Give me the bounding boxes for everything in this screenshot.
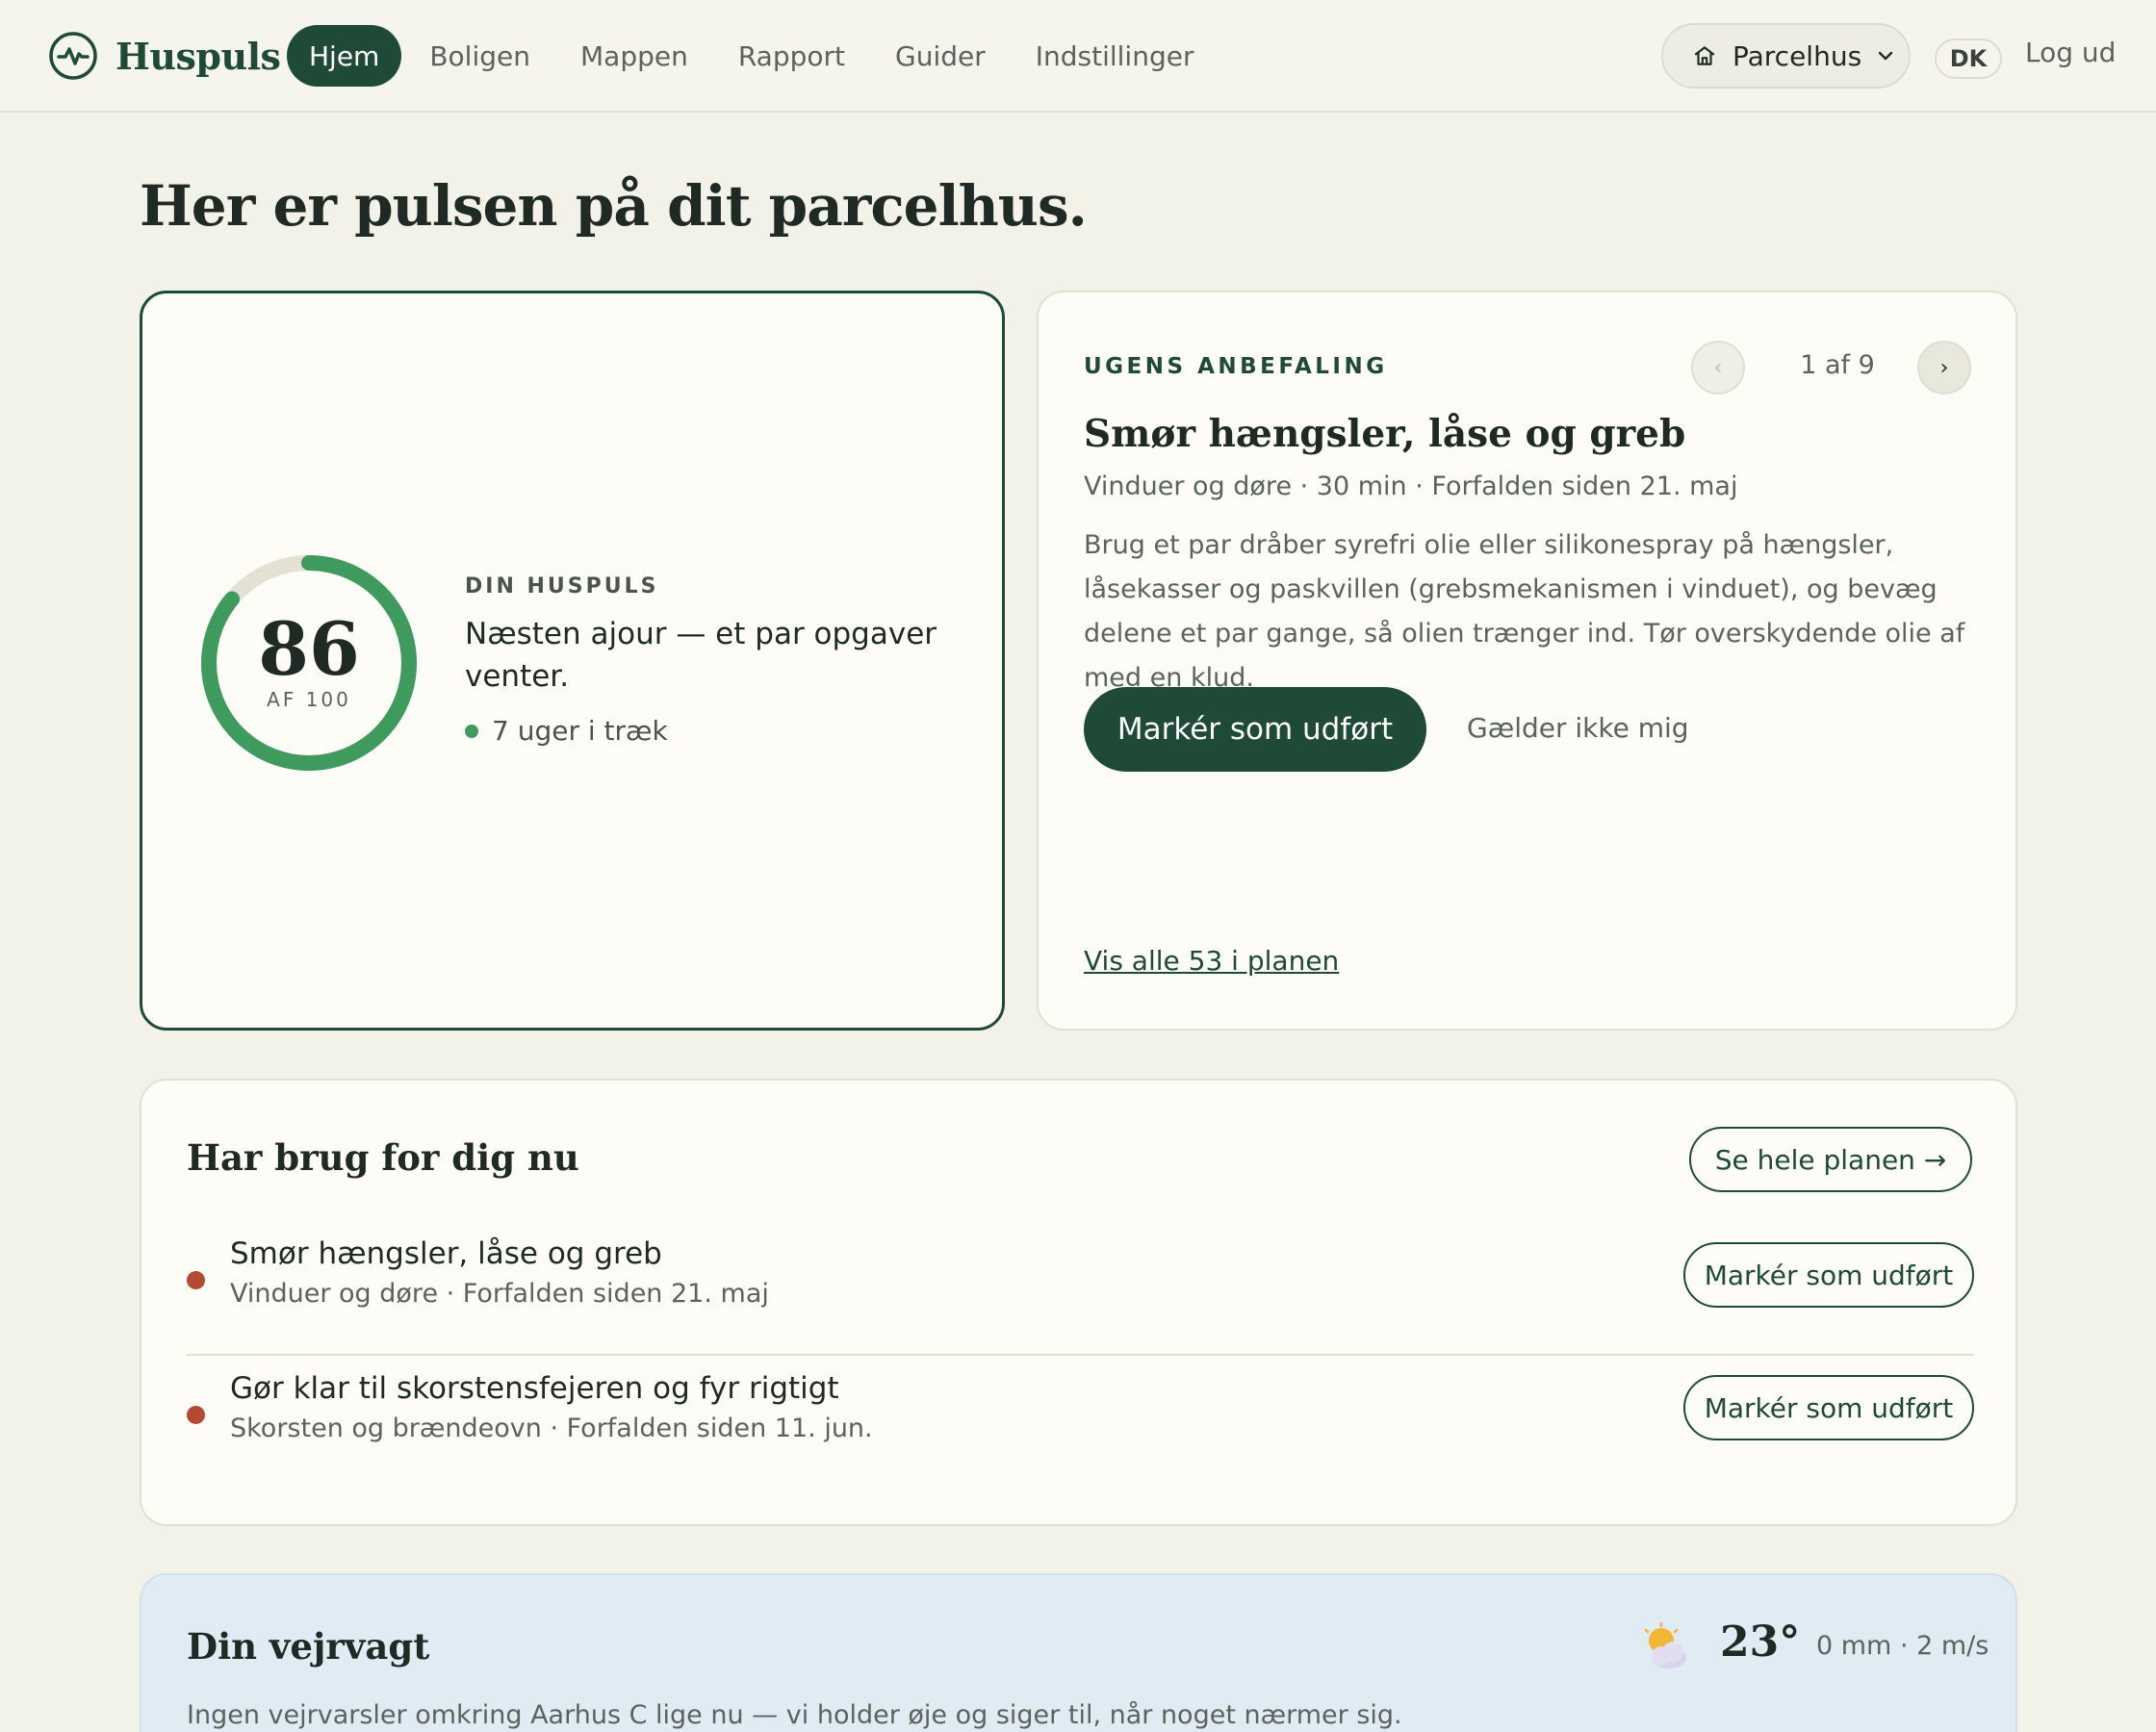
overdue-dot-icon bbox=[187, 1406, 205, 1424]
language-switch[interactable]: DK bbox=[1935, 38, 2002, 79]
next-button[interactable]: › bbox=[1917, 341, 1971, 395]
pulse-label: DIN HUSPULS bbox=[465, 574, 659, 599]
pulse-status: Næsten ajour — et par opgaver venter. bbox=[465, 617, 937, 694]
nav-link-mappen[interactable]: Mappen bbox=[558, 25, 710, 87]
mark-done-button[interactable]: Markér som udført bbox=[1084, 687, 1426, 772]
task-meta: Vinduer og døre · Forfalden siden 21. ma… bbox=[230, 1279, 769, 1309]
nav-link-indstillinger[interactable]: Indstillinger bbox=[1014, 25, 1217, 87]
weather-title: Din vejrvagt bbox=[187, 1625, 430, 1668]
task-mark-done-button[interactable]: Markér som udført bbox=[1683, 1375, 1974, 1440]
score-max: AF 100 bbox=[267, 688, 351, 711]
weather-details: 0 mm · 2 m/s bbox=[1816, 1631, 1989, 1661]
needs-title: Har brug for dig nu bbox=[187, 1136, 579, 1179]
streak-dot-icon bbox=[465, 724, 478, 738]
previous-button[interactable]: ‹ bbox=[1691, 341, 1745, 395]
recommendation-label: UGENS ANBEFALING bbox=[1084, 354, 1388, 379]
chevron-down-icon bbox=[1878, 51, 1893, 61]
streak-text: 7 uger i træk bbox=[492, 715, 668, 747]
page-title: Her er pulsen på dit parcelhus. bbox=[140, 173, 1088, 239]
brand-logo[interactable]: Huspuls bbox=[48, 31, 281, 81]
recommendation-description: Brug et par dråber syrefri olie eller si… bbox=[1084, 530, 1965, 693]
weekly-recommendation-card: UGENS ANBEFALING ‹ 1 af 9 › Smør hængsle… bbox=[1037, 291, 2017, 1031]
house-selector[interactable]: Parcelhus bbox=[1661, 23, 1911, 89]
pulse-score-card: 86 AF 100 DIN HUSPULS Næsten ajour — et … bbox=[140, 291, 1005, 1031]
needs-attention-card: Har brug for dig nu Se hele planen → Smø… bbox=[140, 1079, 2017, 1526]
weather-message: Ingen vejrvarsler omkring Aarhus C lige … bbox=[187, 1700, 1402, 1730]
top-navigation: Huspuls Hjem Boligen Mappen Rapport Guid… bbox=[0, 0, 2156, 113]
task-name: Gør klar til skorstensfejeren og fyr rig… bbox=[230, 1371, 839, 1406]
pulse-logo-icon bbox=[49, 32, 97, 80]
partly-cloudy-icon bbox=[1644, 1621, 1686, 1668]
recommendation-meta: Vinduer og døre · 30 min · Forfalden sid… bbox=[1084, 471, 1738, 501]
see-full-plan-button[interactable]: Se hele planen → bbox=[1689, 1127, 1972, 1192]
house-selector-label: Parcelhus bbox=[1732, 39, 1862, 72]
logout-link[interactable]: Log ud bbox=[2025, 37, 2116, 68]
task-row: Smør hængsler, låse og greb Vinduer og d… bbox=[187, 1223, 1974, 1356]
streak-indicator: 7 uger i træk bbox=[465, 715, 668, 747]
task-name: Smør hængsler, låse og greb bbox=[230, 1236, 662, 1271]
view-all-plan-link[interactable]: Vis alle 53 i planen bbox=[1084, 945, 1339, 977]
home-icon bbox=[1694, 46, 1715, 65]
nav-link-hjem[interactable]: Hjem bbox=[287, 25, 402, 87]
task-row: Gør klar til skorstensfejeren og fyr rig… bbox=[187, 1356, 1974, 1489]
not-applicable-button[interactable]: Gælder ikke mig bbox=[1467, 712, 1689, 744]
weather-temperature: 23° bbox=[1720, 1617, 1801, 1667]
task-meta: Skorsten og brændeovn · Forfalden siden … bbox=[230, 1414, 873, 1443]
task-mark-done-button[interactable]: Markér som udført bbox=[1683, 1242, 1974, 1308]
recommendation-title: Smør hængsler, låse og greb bbox=[1084, 412, 1686, 456]
nav-link-guider[interactable]: Guider bbox=[873, 25, 1008, 87]
score-value: 86 bbox=[258, 606, 360, 692]
overdue-dot-icon bbox=[187, 1271, 205, 1289]
weather-watch-card: Din vejrvagt 23° 0 mm · 2 m/s Ingen vejr… bbox=[140, 1573, 2017, 1732]
recommendation-counter: 1 af 9 bbox=[1800, 350, 1875, 380]
brand-name: Huspuls bbox=[116, 34, 281, 78]
nav-link-boligen[interactable]: Boligen bbox=[407, 25, 552, 87]
nav-link-rapport[interactable]: Rapport bbox=[716, 25, 867, 87]
main-menu: Hjem Boligen Mappen Rapport Guider Indst… bbox=[287, 25, 1221, 87]
